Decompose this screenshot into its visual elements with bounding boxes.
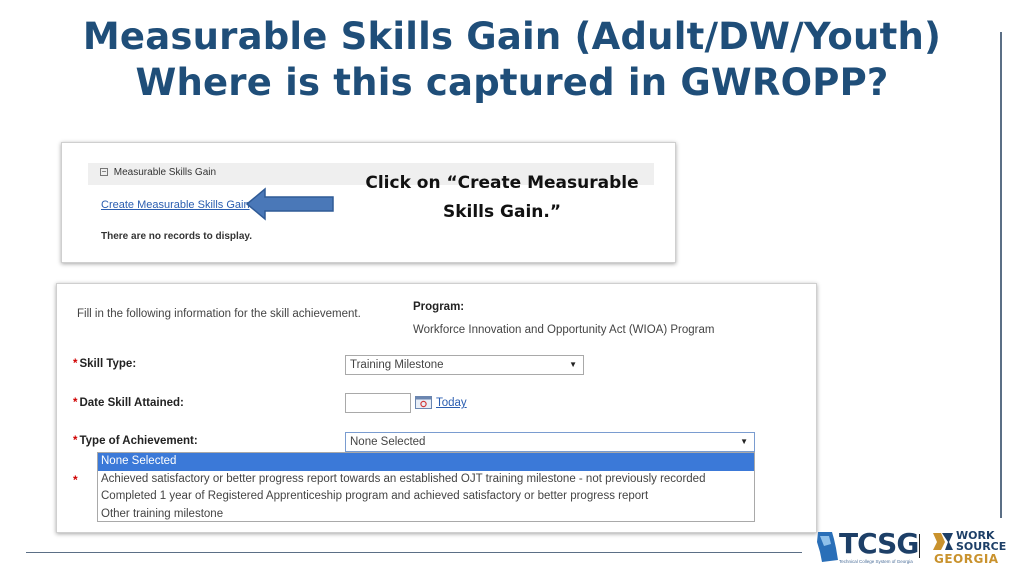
callout-line-2: Skills Gain.” (442, 202, 562, 222)
right-divider (1000, 32, 1002, 518)
required-marker: * (73, 473, 78, 487)
dropdown-option[interactable]: Other training milestone (98, 506, 754, 522)
worksource-mark-icon (933, 533, 953, 550)
achievement-type-value: None Selected (350, 436, 426, 448)
georgia-map-icon (817, 532, 838, 562)
required-marker: * (73, 435, 78, 447)
skill-type-value: Training Milestone (350, 359, 444, 371)
title-line-2: Where is this captured in GWROPP? (135, 61, 889, 104)
program-value: Workforce Innovation and Opportunity Act… (413, 324, 715, 336)
title-line-1: Measurable Skills Gain (Adult/DW/Youth) (82, 15, 942, 58)
required-marker: * (73, 397, 78, 409)
dropdown-option[interactable]: None Selected (98, 453, 754, 471)
collapse-icon[interactable]: − (100, 168, 108, 177)
callout-line-1: Click on “Create Measurable (365, 173, 639, 193)
create-msg-link[interactable]: Create Measurable Skills Gain (101, 199, 250, 211)
tcsg-subtitle: Technical College System of Georgia (839, 559, 913, 564)
form-intro: Fill in the following information for th… (77, 308, 361, 320)
msg-list-screenshot: − Measurable Skills Gain Create Measurab… (61, 142, 676, 263)
date-attained-input[interactable] (345, 393, 411, 413)
dropdown-caret-icon: ▼ (740, 437, 748, 446)
program-label: Program: (413, 301, 465, 313)
no-records-message: There are no records to display. (101, 231, 252, 242)
calendar-icon[interactable] (415, 396, 432, 409)
achievement-dropdown-list[interactable]: None Selected Achieved satisfactory or b… (97, 452, 755, 522)
achievement-type-label: * Type of Achievement: (73, 435, 198, 447)
today-link[interactable]: Today (436, 397, 467, 409)
achievement-type-select[interactable]: None Selected ▼ (345, 432, 755, 452)
worksource-wordmark: WORK SOURCE (956, 529, 1007, 553)
worksource-georgia: GEORGIA (934, 552, 999, 566)
instruction-callout: Click on “Create Measurable Skills Gain.… (332, 169, 672, 227)
required-marker: * (73, 358, 78, 370)
date-attained-label: * Date Skill Attained: (73, 397, 184, 409)
dropdown-option[interactable]: Achieved satisfactory or better progress… (98, 471, 754, 489)
slide-title: Measurable Skills Gain (Adult/DW/Youth) … (0, 14, 1024, 106)
tcsg-wordmark: TCSG (839, 527, 919, 560)
worksource-logo: WORK SOURCE GEORGIA (932, 529, 1007, 570)
bottom-divider (26, 552, 802, 553)
pointer-arrow-icon (245, 187, 334, 221)
msg-form-screenshot: Fill in the following information for th… (56, 283, 817, 533)
dropdown-option[interactable]: Completed 1 year of Registered Apprentic… (98, 488, 754, 506)
tcsg-logo: TCSG Technical College System of Georgia (815, 528, 919, 568)
dropdown-caret-icon: ▼ (569, 360, 577, 369)
skill-type-select[interactable]: Training Milestone ▼ (345, 355, 584, 375)
skill-type-label: * Skill Type: (73, 358, 137, 370)
logo-divider (919, 534, 920, 558)
section-header-label: Measurable Skills Gain (113, 167, 217, 178)
